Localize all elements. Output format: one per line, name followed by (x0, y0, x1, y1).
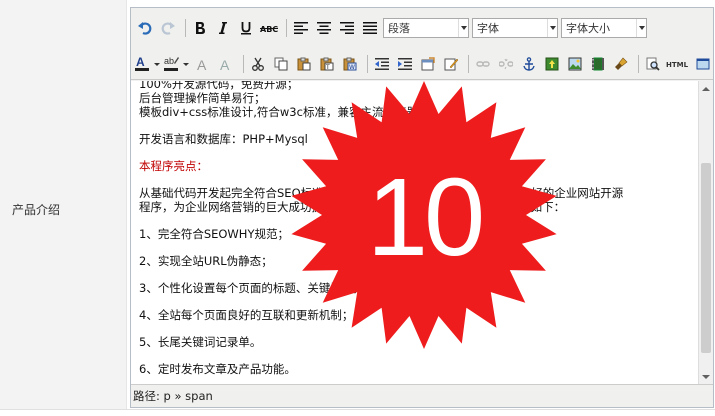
bold-icon[interactable] (190, 18, 210, 38)
align-center-icon[interactable] (314, 18, 334, 38)
cut-icon[interactable] (248, 54, 268, 74)
toolbar-row-1: ABC 段落 字体 字体大小 (135, 15, 650, 41)
paste-icon[interactable] (294, 54, 314, 74)
editor-toolbar: ABC 段落 字体 字体大小 A ab A A T W HTML (131, 8, 713, 80)
undo-icon[interactable] (135, 18, 155, 38)
italic-icon[interactable] (213, 18, 233, 38)
indent-icon[interactable] (395, 54, 415, 74)
svg-text:A: A (220, 57, 230, 71)
number-badge: 10 (289, 80, 559, 350)
insert-image-icon[interactable] (565, 54, 585, 74)
cleanup-brush-icon[interactable] (611, 54, 631, 74)
font-family-select[interactable]: 字体 (472, 18, 558, 38)
font-size-select[interactable]: 字体大小 (561, 18, 647, 38)
toolbar-separator (638, 55, 639, 73)
chevron-down-icon (636, 19, 646, 37)
unlink-icon[interactable] (496, 54, 516, 74)
chevron-down-icon (547, 19, 557, 37)
fullscreen-icon[interactable] (693, 54, 713, 74)
page-bottom-border (0, 409, 715, 416)
highlight-color-icon[interactable]: ab (164, 54, 190, 74)
size-select-value: 字体大小 (566, 22, 610, 35)
toolbar-separator (367, 55, 368, 73)
toolbar-separator (286, 19, 287, 37)
chevron-down-icon (458, 19, 468, 37)
paste-text-icon[interactable]: T (317, 54, 337, 74)
search-replace-icon[interactable] (643, 54, 663, 74)
scroll-thumb[interactable] (701, 163, 711, 353)
toolbar-separator (468, 55, 469, 73)
scroll-down-arrow-icon[interactable] (699, 369, 713, 384)
form-label-column: 产品介绍 (0, 0, 127, 416)
text-color-icon[interactable]: A (135, 54, 161, 74)
svg-text:A: A (136, 55, 145, 69)
format-select-value: 段落 (388, 22, 410, 35)
insert-template-icon[interactable] (418, 54, 438, 74)
insert-image-upload-icon[interactable] (542, 54, 562, 74)
svg-text:A: A (197, 57, 207, 71)
field-label-product-intro: 产品介绍 (12, 203, 61, 217)
svg-text:W: W (349, 64, 355, 71)
toolbar-separator (243, 55, 244, 73)
link-icon[interactable] (473, 54, 493, 74)
paste-word-icon[interactable]: W (340, 54, 360, 74)
badge-number: 10 (366, 156, 485, 279)
svg-text:HTML: HTML (666, 61, 689, 69)
copy-icon[interactable] (271, 54, 291, 74)
editor-statusbar: 路径: p » span (131, 384, 713, 407)
element-path[interactable]: 路径: p » span (133, 388, 213, 404)
list-item: 6、定时发布文章及产品功能。 (139, 362, 296, 376)
redo-icon[interactable] (158, 18, 178, 38)
anchor-icon[interactable] (519, 54, 539, 74)
format-select[interactable]: 段落 (383, 18, 469, 38)
toolbar-separator (185, 19, 186, 37)
align-right-icon[interactable] (337, 18, 357, 38)
align-left-icon[interactable] (291, 18, 311, 38)
font-shrink-icon[interactable]: A (216, 54, 236, 74)
svg-text:T: T (325, 64, 330, 71)
scroll-up-arrow-icon[interactable] (699, 81, 713, 96)
svg-text:ABC: ABC (260, 25, 278, 34)
underline-icon[interactable] (236, 18, 256, 38)
align-justify-icon[interactable] (360, 18, 380, 38)
content-scrollbar[interactable] (698, 81, 713, 384)
font-grow-icon[interactable]: A (193, 54, 213, 74)
outdent-icon[interactable] (372, 54, 392, 74)
font-select-value: 字体 (477, 22, 499, 35)
html-source-icon[interactable]: HTML (666, 54, 690, 74)
toolbar-row-2: A ab A A T W HTML (135, 51, 715, 77)
svg-text:ab: ab (164, 56, 174, 66)
strikethrough-icon[interactable]: ABC (259, 18, 279, 38)
edit-document-icon[interactable] (441, 54, 461, 74)
insert-media-icon[interactable] (588, 54, 608, 74)
